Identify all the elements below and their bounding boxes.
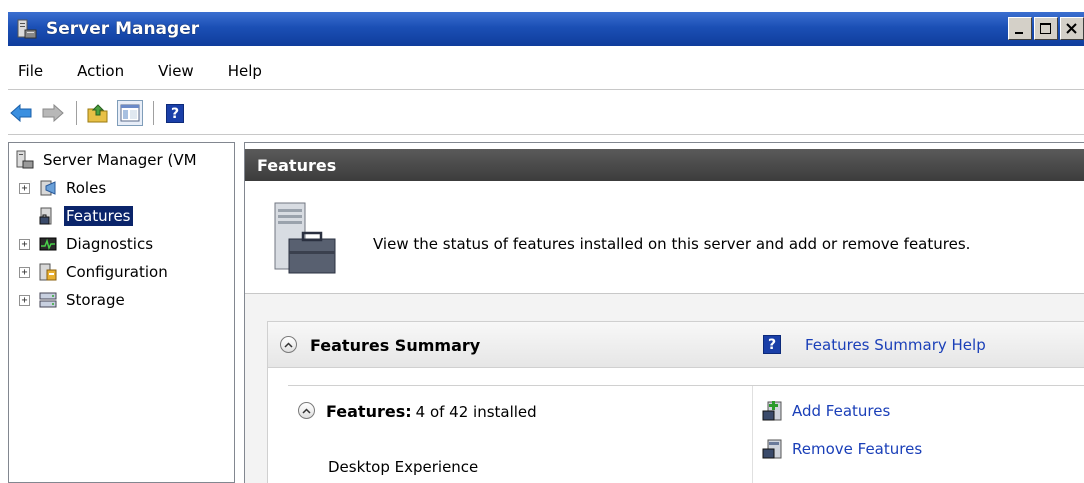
help-button[interactable]: ? <box>162 100 188 126</box>
tree-item-configuration[interactable]: + Configuration <box>19 259 170 285</box>
forward-button[interactable] <box>40 100 66 126</box>
tree-item-features[interactable]: Features <box>38 203 133 229</box>
show-hide-console-tree-icon <box>120 104 140 122</box>
tree-item-storage[interactable]: + Storage <box>19 287 127 313</box>
add-features-action[interactable]: Add Features <box>762 400 890 422</box>
features-status: Features: 4 of 42 installed <box>326 402 537 421</box>
back-arrow-icon <box>10 103 32 123</box>
add-features-icon <box>762 401 782 421</box>
tree-root[interactable]: Server Manager (VM <box>15 147 199 173</box>
expand-icon[interactable]: + <box>19 294 30 306</box>
maximize-button[interactable] <box>1034 17 1058 40</box>
roles-icon <box>40 180 56 196</box>
console-tree: Server Manager (VM + Roles Features + Di… <box>8 142 235 483</box>
up-folder-icon <box>87 104 108 123</box>
show-hide-console-tree-button[interactable] <box>117 100 143 126</box>
tree-item-label: Storage <box>66 291 125 309</box>
intro-description: View the status of features installed on… <box>373 235 971 253</box>
expand-icon[interactable]: + <box>19 182 30 194</box>
menu-action[interactable]: Action <box>77 62 124 80</box>
installed-feature-item: Desktop Experience <box>328 458 479 476</box>
features-summary-header: Features Summary ? Features Summary Help <box>268 322 1084 368</box>
collapse-summary-button[interactable] <box>280 336 297 353</box>
toolbar-separator <box>153 101 154 125</box>
up-one-level-button[interactable] <box>85 100 111 126</box>
server-manager-icon <box>17 19 37 39</box>
features-label: Features: <box>326 402 412 421</box>
close-button[interactable] <box>1060 17 1084 40</box>
collapse-features-button[interactable] <box>298 402 315 419</box>
minimize-icon <box>1015 32 1023 34</box>
remove-features-icon <box>762 439 782 459</box>
intro-section: View the status of features installed on… <box>245 183 1084 293</box>
maximize-icon <box>1040 23 1051 34</box>
features-count: 4 of 42 installed <box>415 403 537 421</box>
tree-item-label: Diagnostics <box>66 235 154 253</box>
summary-inner-divider <box>288 385 1084 386</box>
actions-divider <box>752 386 753 483</box>
close-icon <box>1066 23 1077 34</box>
menu-view[interactable]: View <box>158 62 194 80</box>
remove-features-action[interactable]: Remove Features <box>762 438 922 460</box>
configuration-icon <box>39 263 57 281</box>
help-icon[interactable]: ? <box>763 335 781 354</box>
features-icon <box>39 207 52 225</box>
chevron-up-icon <box>284 341 293 348</box>
menu-file[interactable]: File <box>18 62 43 80</box>
minimize-button[interactable] <box>1008 17 1032 40</box>
menu-divider <box>8 89 1084 90</box>
forward-arrow-icon <box>42 103 64 123</box>
toolbar-separator <box>76 101 77 125</box>
content-header: Features <box>245 149 1084 181</box>
menu-bar: File Action View Help <box>8 58 286 84</box>
features-summary-help-link[interactable]: Features Summary Help <box>805 336 986 354</box>
tree-item-label: Roles <box>66 179 107 197</box>
tree-item-diagnostics[interactable]: + Diagnostics <box>19 231 155 257</box>
expand-icon[interactable]: + <box>19 238 30 250</box>
diagnostics-icon <box>39 237 57 251</box>
menu-help[interactable]: Help <box>228 62 262 80</box>
back-button[interactable] <box>8 100 34 126</box>
remove-features-link[interactable]: Remove Features <box>792 440 922 458</box>
toolbar-divider <box>8 134 1084 135</box>
features-summary-panel: Features Summary ? Features Summary Help… <box>267 321 1084 483</box>
storage-icon <box>39 292 57 308</box>
tree-item-label: Features <box>64 206 133 226</box>
title-bar[interactable]: Server Manager <box>8 12 1084 46</box>
server-manager-icon <box>16 150 34 169</box>
toolbar: ? <box>8 97 194 129</box>
tree-root-label: Server Manager (VM <box>43 151 197 169</box>
chevron-up-icon <box>302 407 311 414</box>
add-features-link[interactable]: Add Features <box>792 402 890 420</box>
tree-item-roles[interactable]: + Roles <box>19 175 108 201</box>
expand-icon[interactable]: + <box>19 266 30 278</box>
features-server-icon <box>274 202 336 274</box>
content-pane: Features View the status of features ins… <box>244 142 1084 483</box>
tree-item-label: Configuration <box>66 263 168 281</box>
features-summary-title: Features Summary <box>310 336 481 355</box>
help-icon: ? <box>166 103 184 123</box>
window-title: Server Manager <box>46 19 200 39</box>
